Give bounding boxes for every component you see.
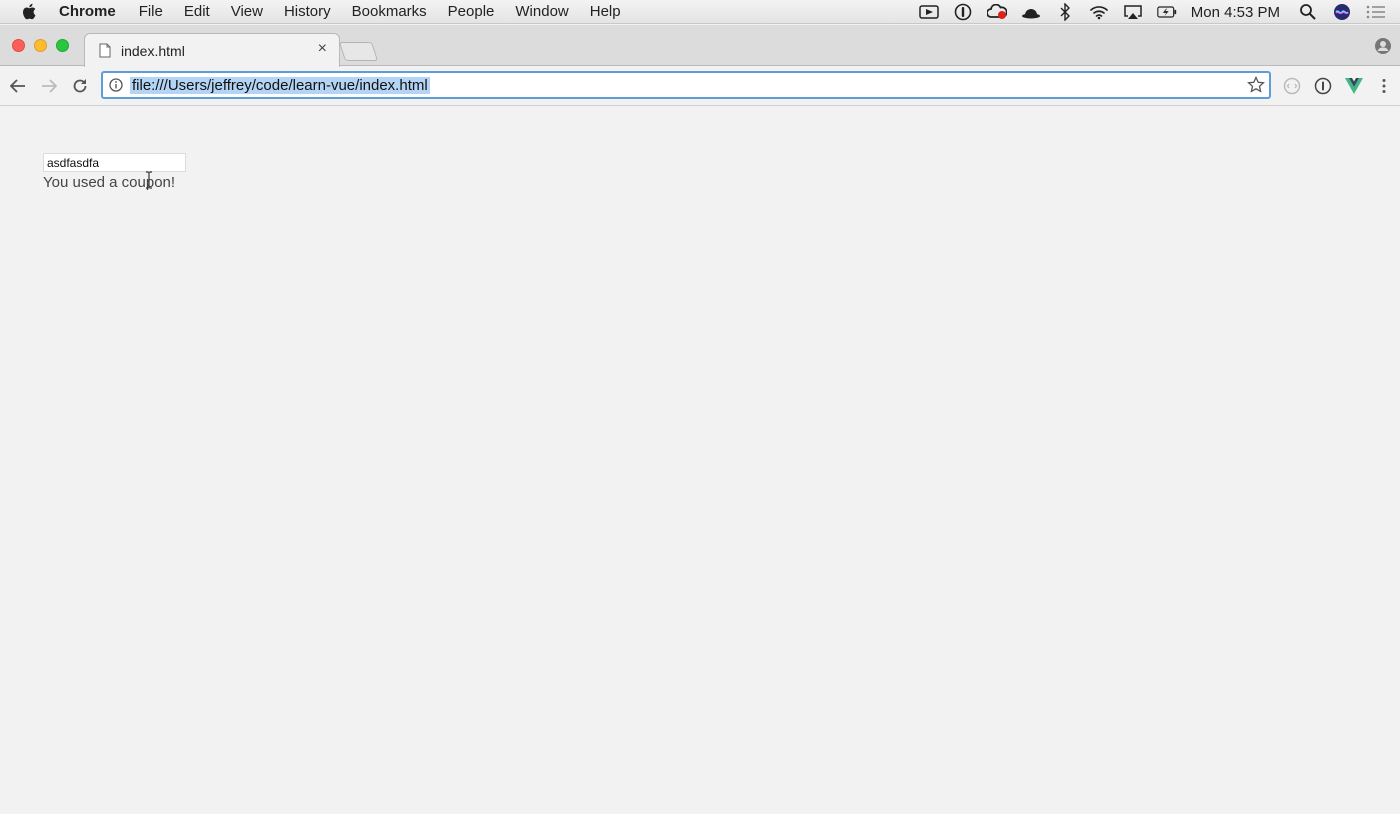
battery-icon[interactable] <box>1157 3 1177 21</box>
coupon-message: You used a coupon! <box>43 174 176 191</box>
chrome-menu-icon[interactable] <box>1374 76 1394 96</box>
wifi-icon[interactable] <box>1089 3 1109 21</box>
reload-icon[interactable] <box>70 76 90 96</box>
page-content: You used a coupon! <box>0 107 1400 814</box>
screen-recorder-icon[interactable] <box>919 3 939 21</box>
menu-window[interactable]: Window <box>515 3 568 20</box>
new-tab-button[interactable] <box>338 42 379 61</box>
spotlight-search-icon[interactable] <box>1298 3 1318 21</box>
creative-cloud-icon[interactable] <box>986 3 1007 21</box>
macos-menu-bar: Chrome File Edit View History Bookmarks … <box>0 0 1400 24</box>
menu-app-chrome[interactable]: Chrome <box>59 3 116 20</box>
airplay-icon[interactable] <box>1123 3 1143 21</box>
tab-close-icon[interactable]: × <box>318 40 327 58</box>
apple-icon[interactable] <box>21 3 37 20</box>
tab-strip: index.html × <box>0 25 1400 67</box>
browser-toolbar: file:///Users/jeffrey/code/learn-vue/ind… <box>0 67 1400 106</box>
vue-devtools-icon[interactable] <box>1344 76 1364 96</box>
bookmark-star-icon[interactable] <box>1247 76 1265 94</box>
menu-bookmarks[interactable]: Bookmarks <box>352 3 427 20</box>
back-arrow-icon[interactable] <box>8 76 28 96</box>
menu-edit[interactable]: Edit <box>184 3 210 20</box>
menu-clock[interactable]: Mon 4:53 PM <box>1191 4 1280 21</box>
url-text[interactable]: file:///Users/jeffrey/code/learn-vue/ind… <box>130 77 430 94</box>
window-maximize-button[interactable] <box>56 39 69 52</box>
bowler-hat-icon[interactable] <box>1021 3 1041 21</box>
menu-help[interactable]: Help <box>590 3 621 20</box>
address-bar[interactable]: file:///Users/jeffrey/code/learn-vue/ind… <box>101 71 1271 99</box>
status-area: Mon 4:53 PM <box>919 0 1400 24</box>
menu-history[interactable]: History <box>284 3 331 20</box>
siri-icon[interactable] <box>1332 3 1352 21</box>
menu-file[interactable]: File <box>139 3 163 20</box>
coupon-input[interactable] <box>43 153 186 172</box>
window-minimize-button[interactable] <box>34 39 47 52</box>
profile-icon[interactable] <box>1374 37 1392 55</box>
bluetooth-icon[interactable] <box>1055 3 1075 21</box>
extension-icon[interactable] <box>1282 76 1302 96</box>
text-cursor-icon <box>146 171 152 189</box>
forward-arrow-icon[interactable] <box>39 76 59 96</box>
onepassword-extension-icon[interactable] <box>1313 76 1333 96</box>
menu-view[interactable]: View <box>231 3 263 20</box>
window-close-button[interactable] <box>12 39 25 52</box>
file-icon <box>99 43 111 58</box>
onepassword-icon[interactable] <box>953 3 973 21</box>
info-icon[interactable] <box>109 78 123 92</box>
tab-title: index.html <box>121 43 185 59</box>
tab-index-html[interactable]: index.html × <box>84 33 340 67</box>
menu-people[interactable]: People <box>448 3 495 20</box>
notification-center-icon[interactable] <box>1366 3 1386 21</box>
